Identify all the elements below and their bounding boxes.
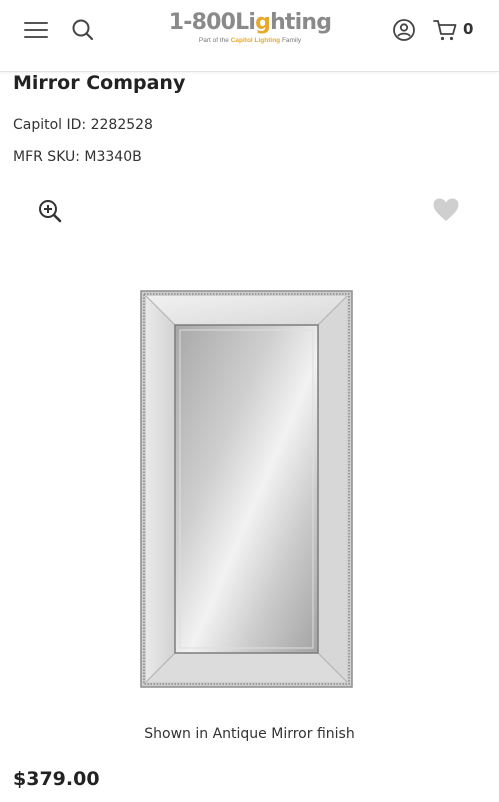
product-brand[interactable]: Mirror Company [13,72,185,94]
logo-tagline: Part of the Capitol Lighting Family [198,37,302,44]
zoom-in-icon[interactable] [37,198,63,224]
search-icon[interactable] [70,17,96,43]
cart-icon[interactable] [432,18,458,42]
logo-wordmark: 1-800Lighting [168,10,332,35]
site-logo[interactable]: 1-800Lighting Part of the Capitol Lighti… [165,11,335,51]
account-icon[interactable] [392,18,416,42]
capitol-id: Capitol ID: 2282528 [13,117,153,133]
cart-count[interactable]: 0 [463,20,473,38]
menu-icon[interactable] [24,20,50,40]
product-price: $379.00 [13,768,100,790]
mfr-sku: MFR SKU: M3340B [13,149,142,165]
product-image-mirror[interactable] [140,290,353,688]
image-caption: Shown in Antique Mirror finish [144,726,355,742]
site-header: 1-800Lighting Part of the Capitol Lighti… [0,0,499,72]
heart-icon[interactable] [432,197,460,223]
